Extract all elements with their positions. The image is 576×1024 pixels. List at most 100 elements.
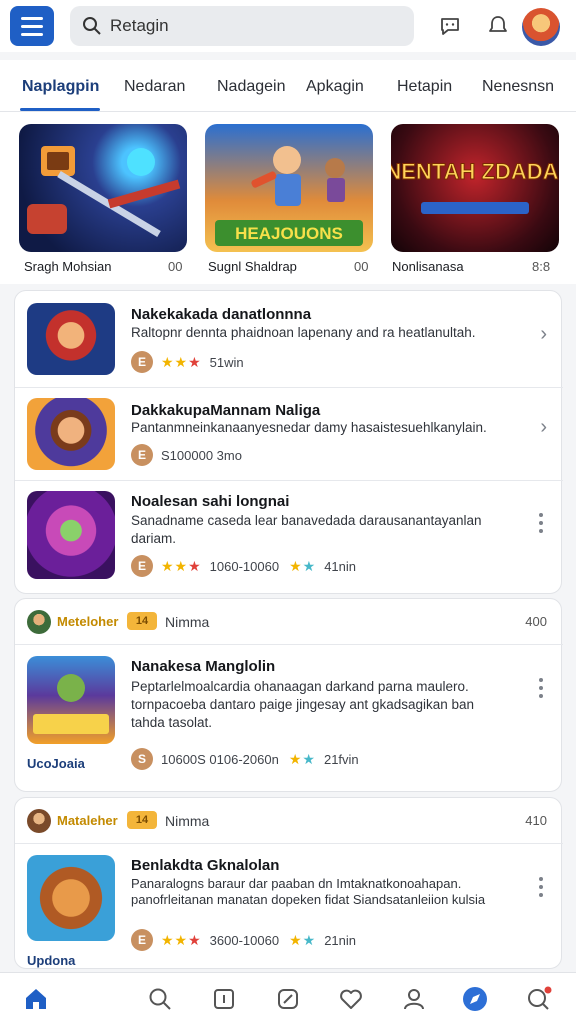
app-description: Raltopnr dennta phaidnoan lapenany and r… — [131, 325, 476, 340]
tab-nenesnsn[interactable]: Nenesnsn — [482, 78, 554, 96]
tab-nedaran[interactable]: Nedaran — [124, 78, 185, 96]
app-thumbnail — [27, 855, 115, 941]
search-icon — [83, 17, 101, 35]
rating-stars-secondary: ★★ — [288, 750, 316, 767]
featured-art-2: HEAJOUONS — [215, 146, 363, 246]
featured-carousel: HEAJOUONS SANENTAH ZDADAINS Sragh Mohsia… — [0, 112, 576, 284]
group-header: Mataleher 14 Nimma 410 — [15, 798, 563, 844]
app-meta-text-secondary: 41nin — [324, 558, 357, 574]
library-icon[interactable] — [210, 985, 238, 1013]
app-description: Pantanmneinkanaanyesnedar damy hasaistes… — [131, 420, 487, 435]
list-item[interactable]: Nanakesa Manglolin Peptarlelmoalcardia o… — [15, 646, 563, 792]
app-thumbnail — [27, 656, 115, 744]
coin-icon: E — [131, 929, 153, 951]
group-name[interactable]: Meteloher — [57, 614, 118, 629]
edit-icon[interactable] — [274, 985, 302, 1013]
app-screen: Naplagpin Nedaran Nadagein Apkagin Hetap… — [0, 0, 576, 1024]
rating-stars: ★★★ — [161, 353, 202, 370]
featured-card-2[interactable]: HEAJOUONS — [205, 124, 373, 252]
chat-icon[interactable] — [436, 12, 464, 40]
featured-count-1: 00 — [168, 259, 183, 274]
menu-button[interactable] — [10, 6, 54, 46]
coin-icon: E — [131, 444, 153, 466]
search-input[interactable] — [110, 16, 390, 36]
favorites-icon[interactable] — [337, 985, 365, 1013]
tab-apkagin[interactable]: Apkagin — [306, 78, 364, 96]
featured-count-3: 8:8 — [532, 259, 551, 274]
app-meta-text: 51win — [209, 354, 244, 370]
category-tabs: Naplagpin Nedaran Nadagein Apkagin Hetap… — [0, 60, 576, 112]
featured-caption-2: Sugnl Shaldrap — [208, 259, 297, 274]
featured-caption-3: Nonlisanasa — [392, 259, 464, 274]
group-card-1: Meteloher 14 Nimma 400 Nanakesa Mangloli… — [14, 598, 563, 792]
app-sub-label: Updona — [27, 953, 76, 968]
app-meta: E S100000 3mo — [131, 444, 242, 466]
list-item[interactable]: DakkakupaMannam Naliga Pantanmneinkanaan… — [15, 388, 563, 480]
app-title: DakkakupaMannam Naliga — [131, 402, 321, 419]
app-title: Nakekakada danatlonnna — [131, 306, 312, 323]
app-meta: E ★★★ 3600-10060 ★★ 21nin — [131, 929, 356, 951]
featured-card-3[interactable]: SANENTAH ZDADAINS — [391, 124, 559, 252]
app-list-card: Nakekakada danatlonnna Raltopnr dennta p… — [14, 290, 563, 594]
featured-art-3: SANENTAH ZDADAINS — [391, 159, 559, 214]
more-options-icon[interactable] — [539, 513, 543, 537]
group-label: Nimma — [165, 614, 210, 630]
group-name[interactable]: Mataleher — [57, 813, 118, 828]
list-item[interactable]: Benlakdta Gknalolan Panaralogns baraur d… — [15, 845, 563, 969]
more-options-icon[interactable] — [539, 877, 543, 901]
group-badge: 14 — [127, 612, 157, 630]
featured-banner-2: HEAJOUONS — [235, 224, 343, 243]
group-header: Meteloher 14 Nimma 400 — [15, 599, 563, 645]
featured-count-2: 00 — [354, 259, 369, 274]
top-bar — [0, 0, 576, 52]
tab-naplagpin[interactable]: Naplagpin — [22, 78, 99, 96]
app-thumbnail — [27, 303, 115, 375]
app-thumbnail — [27, 398, 115, 470]
app-meta-text-secondary: 21nin — [324, 932, 357, 948]
profile-avatar[interactable] — [522, 8, 560, 46]
group-count: 410 — [525, 813, 547, 828]
chevron-right-icon[interactable]: › — [540, 416, 547, 439]
more-options-icon[interactable] — [539, 678, 543, 702]
app-title: Noalesan sahi longnai — [131, 493, 290, 510]
rating-stars: ★★★ — [161, 931, 202, 948]
featured-card-1[interactable] — [19, 124, 187, 252]
group-badge: 14 — [127, 811, 157, 829]
bell-icon[interactable] — [484, 12, 512, 40]
featured-caption-1: Sragh Mohsian — [24, 259, 112, 274]
group-card-2: Mataleher 14 Nimma 410 Benlakdta Gknalol… — [14, 797, 563, 969]
profile-icon[interactable] — [400, 985, 428, 1013]
rating-stars: ★★★ — [161, 557, 202, 574]
tab-nadagein[interactable]: Nadagein — [217, 78, 286, 96]
rating-stars-secondary: ★★ — [289, 931, 317, 948]
app-meta: S 10600S 0106-2060n ★★ 21fvin — [131, 748, 359, 770]
tab-hetapin[interactable]: Hetapin — [397, 78, 452, 96]
app-meta-text: 10600S 0106-2060n — [161, 751, 279, 767]
search-bar[interactable] — [70, 6, 414, 46]
notifications-icon[interactable] — [525, 985, 553, 1013]
app-meta-text: 1060-10060 — [209, 558, 280, 574]
bottom-navigation — [0, 972, 576, 1024]
search-nav-icon[interactable] — [146, 985, 174, 1013]
app-thumbnail — [27, 491, 115, 579]
rating-stars-secondary: ★★ — [289, 557, 317, 574]
group-label: Nimma — [165, 813, 210, 829]
app-meta-text-secondary: 21fvin — [323, 751, 359, 767]
app-meta-text: S100000 3mo — [161, 447, 242, 463]
coin-icon: S — [131, 748, 153, 770]
chevron-right-icon[interactable]: › — [540, 323, 547, 346]
active-tab-indicator — [20, 108, 100, 111]
home-icon[interactable] — [22, 985, 50, 1013]
app-description: Peptarlelmoalcardia ohanaagan darkand pa… — [131, 679, 475, 730]
app-meta-text: 3600-10060 — [209, 932, 280, 948]
app-sub-label: UcoJoaia — [27, 756, 85, 771]
list-item[interactable]: Noalesan sahi longnai Sanadname caseda l… — [15, 481, 563, 593]
app-description: Panaralogns baraur dar paaban dn Imtakna… — [131, 876, 486, 907]
coin-icon: E — [131, 555, 153, 577]
list-item[interactable]: Nakekakada danatlonnna Raltopnr dennta p… — [15, 291, 563, 387]
group-avatar[interactable] — [27, 809, 51, 833]
app-title: Nanakesa Manglolin — [131, 658, 276, 675]
explore-icon[interactable] — [461, 985, 489, 1013]
app-title: Benlakdta Gknalolan — [131, 857, 280, 874]
group-avatar[interactable] — [27, 610, 51, 634]
